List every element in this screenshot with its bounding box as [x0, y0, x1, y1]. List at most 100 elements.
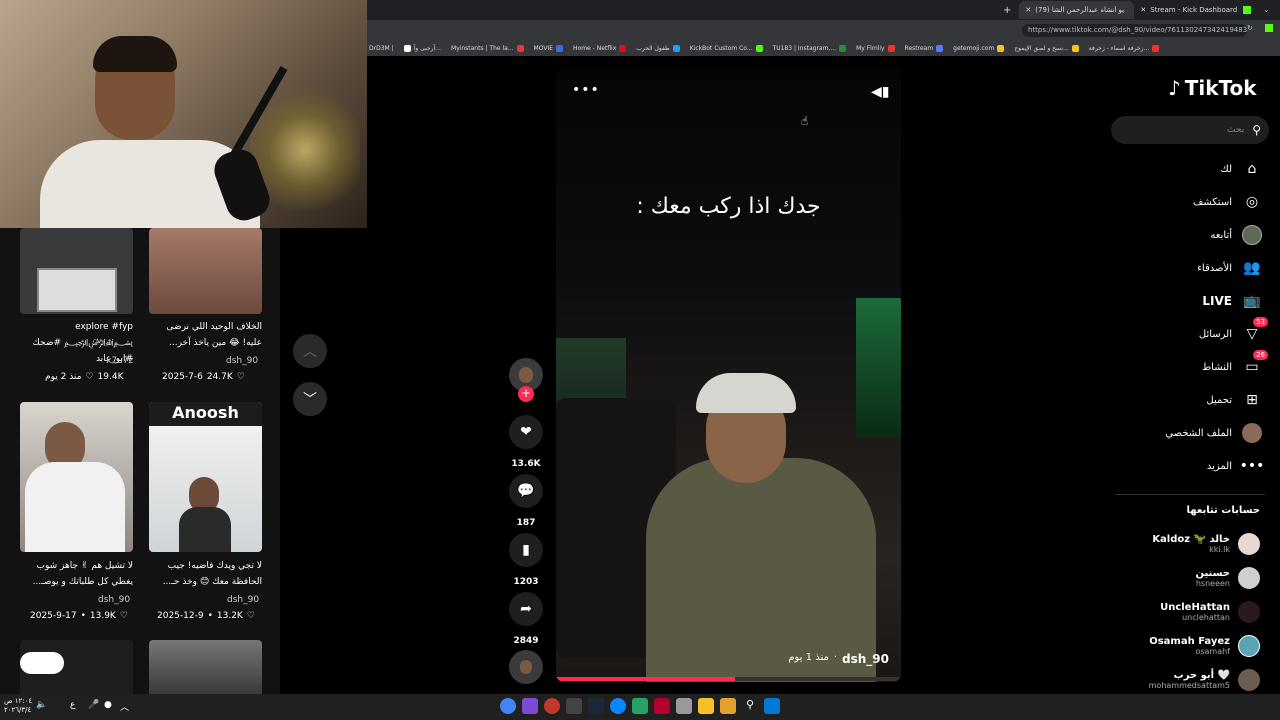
steam-taskbar-icon[interactable] [588, 698, 604, 714]
new-tab-button[interactable]: + [1003, 5, 1011, 16]
video-player[interactable]: ••• ◀▮ جدك اذا ركب معك : منذ 1 يوم · dsh… [556, 68, 901, 682]
app-taskbar-icon[interactable] [676, 698, 692, 714]
language-tray-icon[interactable]: ع [70, 700, 75, 710]
search-icon[interactable]: ⚲ [1252, 123, 1261, 137]
app-taskbar-icon[interactable] [720, 698, 736, 714]
app-taskbar-icon[interactable] [522, 698, 538, 714]
volume-icon[interactable]: ◀▮ [871, 84, 889, 100]
following-header: حسابات تتابعها [1186, 505, 1260, 516]
video-thumbnail[interactable] [20, 228, 133, 314]
bookmark[interactable]: آرحبى وآ... [403, 44, 441, 52]
video-caption[interactable]: الخلاف الوحيد اللي نرضى عليه! 😂 مين ياخذ… [149, 319, 262, 351]
nav-for-you[interactable]: لك ⌂ [1221, 159, 1262, 179]
nav-following[interactable]: أتابعه [1210, 225, 1262, 245]
search-taskbar-icon[interactable]: ⚲ [742, 698, 758, 714]
bookmark[interactable]: My Flmliy [856, 44, 895, 52]
account-name: حسنين [1195, 568, 1230, 579]
close-tab-icon[interactable]: ✕ [1025, 6, 1031, 14]
nav-explore[interactable]: استكشف ◎ [1193, 192, 1262, 212]
nav-more[interactable]: المزيد ••• [1207, 456, 1265, 476]
nav-profile[interactable]: الملف الشخصي [1165, 423, 1262, 443]
app-taskbar-icon[interactable] [654, 698, 670, 714]
app-taskbar-icon[interactable] [544, 698, 560, 714]
share-icon[interactable]: ➦ [509, 592, 543, 626]
video-author[interactable]: x7u7z [106, 356, 133, 366]
share-action[interactable]: ➦ 2849 [508, 592, 544, 646]
bookmark[interactable]: طفول الحرب [636, 44, 680, 52]
following-account[interactable]: أبو حرب 🤍 mohammedsattam5 [1149, 669, 1260, 691]
video-caption[interactable]: لا تجي ويدك فاضيه! جيب الحافظة معك 😊 وخذ… [149, 558, 262, 590]
bookmark-icon[interactable]: ▮ [509, 533, 543, 567]
tab-kick-dashboard[interactable]: ✕ Stream - Kick Dashboard [1134, 1, 1237, 19]
follow-plus-icon[interactable]: + [518, 386, 534, 402]
bookmark[interactable]: Myinstants | The la... [451, 44, 524, 52]
sound-disc-icon[interactable] [509, 650, 543, 684]
bookmark[interactable]: TU183 | Instagram,... [773, 44, 847, 52]
tiktok-logo[interactable]: ♪ TikTok [1168, 76, 1257, 100]
video-thumbnail[interactable] [149, 228, 262, 314]
save-action[interactable]: ▮ 1203 [508, 533, 544, 587]
start-button[interactable] [764, 698, 780, 714]
record-tray-icon[interactable]: ● [104, 700, 112, 710]
video-author[interactable]: dsh_90 [227, 595, 259, 605]
bookmark[interactable]: getemoji.com [953, 44, 1005, 52]
volume-tray-icon[interactable]: 🔈 [36, 700, 47, 710]
nav-label: استكشف [1193, 196, 1232, 208]
following-account[interactable]: Osamah Fayez osamahf [1149, 635, 1260, 657]
nav-messages[interactable]: الرسائل ▽ 53 [1199, 317, 1268, 344]
bookmark[interactable]: MOVIE [534, 44, 564, 52]
kick-extension-icon[interactable] [1243, 6, 1252, 14]
following-account[interactable]: UncleHattan unclehattan [1160, 601, 1260, 623]
account-handle: mohammedsattam5 [1148, 681, 1230, 690]
file-explorer-icon[interactable] [698, 698, 714, 714]
author-avatar-action[interactable]: + [508, 358, 544, 402]
video-author[interactable]: dsh_90 [226, 356, 258, 366]
heart-icon[interactable]: ❤ [509, 415, 543, 449]
more-options-icon[interactable]: ••• [572, 82, 600, 98]
system-clock[interactable]: ١٢:٠٤ ص ٢٠٢٦/٣/٤ [4, 697, 32, 715]
save-count: 1203 [513, 577, 539, 587]
video-author-name[interactable]: dsh_90 [842, 652, 889, 666]
bookmark[interactable]: نسخ و لصق الإيموج... [1014, 44, 1079, 52]
video-author[interactable]: dsh_90 [98, 595, 130, 605]
close-tab-icon[interactable]: ✕ [1140, 6, 1146, 14]
nav-friends[interactable]: الأصدقاء 👥 [1197, 258, 1262, 278]
bookmark[interactable]: Home - Netflix [573, 44, 627, 52]
app-taskbar-icon[interactable] [632, 698, 648, 714]
tab-tiktok[interactable]: ✕ (79) فيديو أنشأه عبدالرحمن الشا... [1019, 1, 1135, 19]
previous-video-button[interactable]: ︿ [293, 334, 327, 368]
nav-live[interactable]: LIVE 📺 [1202, 291, 1262, 311]
video-progress-bar[interactable] [556, 677, 901, 681]
bookmark[interactable]: زخرفة اسماء - زخرفة... [1089, 44, 1160, 52]
video-caption[interactable]: لا تشيل هم ✌ جاهز شوب يغطي كل طلباتك و ي… [20, 558, 133, 590]
edge-taskbar-icon[interactable] [610, 698, 626, 714]
following-account[interactable]: Kaldoz 🦖 خالد kki.lk [1152, 533, 1260, 555]
avatar [1238, 533, 1260, 555]
bookmark[interactable]: Restream [905, 44, 944, 52]
nav-upload[interactable]: تحميل ⊞ [1206, 390, 1262, 410]
profile-extension-icon[interactable] [1265, 24, 1273, 32]
comment-icon[interactable]: 💬 [509, 474, 543, 508]
video-thumbnail[interactable] [20, 402, 133, 552]
chrome-taskbar-icon[interactable] [500, 698, 516, 714]
video-thumbnail[interactable] [149, 640, 262, 694]
like-action[interactable]: ❤ 13.6K [508, 415, 544, 469]
reload-icon[interactable]: ↻ [1247, 24, 1253, 32]
following-account[interactable]: حسنين hsneeen [1195, 567, 1260, 589]
url-field[interactable]: https://www.tiktok.com/@dsh_90/video/761… [1022, 24, 1247, 37]
nav-activity[interactable]: النشاط ▭ 26 [1202, 350, 1268, 377]
tab-list-icon[interactable]: ⌄ [1263, 6, 1269, 14]
next-video-button[interactable]: ﹀ [293, 382, 327, 416]
app-taskbar-icon[interactable] [566, 698, 582, 714]
video-subject-body [646, 458, 876, 682]
video-thumbnail[interactable]: Anoosh [149, 402, 262, 552]
comment-action[interactable]: 💬 187 [508, 474, 544, 528]
show-hidden-icons[interactable]: ︿ [120, 700, 129, 713]
video-thumbnail[interactable] [20, 640, 133, 694]
bookmark[interactable]: KickBot Custom Co... [690, 44, 763, 52]
mic-tray-icon[interactable]: 🎤 [88, 700, 99, 710]
browser-address-bar: https://www.tiktok.com/@dsh_90/video/761… [367, 20, 1280, 40]
search-input[interactable]: ⚲ بحث [1111, 116, 1269, 144]
sound-disc-action[interactable] [508, 650, 544, 684]
bookmark[interactable]: DrD3M | [369, 45, 394, 52]
